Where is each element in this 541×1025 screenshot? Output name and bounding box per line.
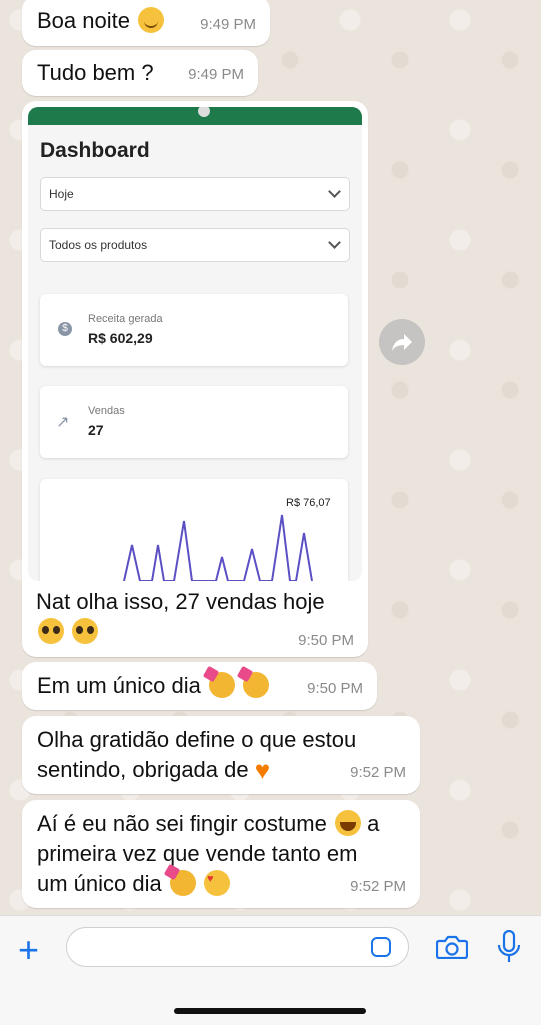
sales-label: Vendas [88,405,125,417]
products-select: Todos os produtos [40,228,350,262]
forward-arrow-icon [392,334,412,351]
revenue-card: $ Receita gerada R$ 602,29 [40,294,348,366]
forward-button[interactable] [379,319,425,365]
pleading-face-icon [38,618,64,644]
sales-chart-lines [123,514,313,581]
message-text: Tudo bem ? [37,60,154,85]
sales-value: 27 [88,422,104,438]
chevron-down-icon [328,185,341,198]
dashboard-screenshot[interactable]: Dashboard Hoje Todos os produtos $ Recei… [28,107,362,581]
revenue-value: R$ 602,29 [88,330,153,346]
period-select-value: Hoje [49,187,74,201]
message-bubble[interactable]: Olha gratidão define o que estou sentind… [22,716,420,794]
image-message-bubble[interactable]: Dashboard Hoje Todos os produtos $ Recei… [22,101,368,657]
products-select-value: Todos os produtos [49,238,148,252]
message-text: Aí é eu não sei fingir costume [37,811,327,836]
message-text: sentindo, obrigada de [37,757,249,782]
caption-text: Nat olha isso, 27 vendas hoje [36,589,325,614]
camera-icon[interactable] [436,935,468,959]
message-time: 9:50 PM [307,680,363,697]
message-time: 9:52 PM [350,764,406,781]
laughing-face-icon [334,810,361,836]
screenshot-header-bar [28,107,362,125]
period-select: Hoje [40,177,350,211]
revenue-label: Receita gerada [88,313,163,325]
message-text: Boa noite [37,8,130,33]
message-text: Olha gratidão define o que estou [37,727,357,752]
dollar-icon: $ [58,322,72,336]
message-time: 9:52 PM [350,878,406,895]
message-bubble[interactable]: Tudo bem ? 9:49 PM [22,50,258,96]
pleading-face-icon [72,618,99,644]
dashboard-title: Dashboard [40,139,150,162]
microphone-icon[interactable] [497,930,521,964]
partying-face-icon [243,672,270,698]
sales-chart-card: R$ 76,07 [40,479,348,581]
chevron-down-icon [328,236,341,249]
partying-face-icon [208,672,235,698]
heart-eyes-face-icon [204,870,230,896]
message-text: primeira vez que vende tanto em [37,841,358,866]
plus-icon[interactable]: + [18,932,39,968]
trending-up-icon: ↗ [56,414,70,431]
message-time: 9:49 PM [200,16,256,33]
message-bubble[interactable]: Em um único dia 9:50 PM [22,662,377,710]
smiling-face-icon [138,7,165,33]
orange-heart-icon: ♥ [254,755,271,785]
message-input[interactable] [66,927,409,967]
message-text: Em um único dia [37,673,201,698]
partying-face-icon [169,870,196,896]
sticker-icon[interactable] [371,937,391,957]
message-text: um único dia [37,871,162,896]
message-time: 9:50 PM [298,632,354,649]
message-time: 9:49 PM [188,66,244,83]
message-bubble[interactable]: Boa noite 9:49 PM [22,0,270,46]
sales-card: ↗ Vendas 27 [40,386,348,458]
message-text: a [367,811,380,836]
home-indicator[interactable] [174,1008,366,1014]
message-bubble[interactable]: Aí é eu não sei fingir costume a primeir… [22,800,420,908]
compose-bar: + [0,915,541,1025]
